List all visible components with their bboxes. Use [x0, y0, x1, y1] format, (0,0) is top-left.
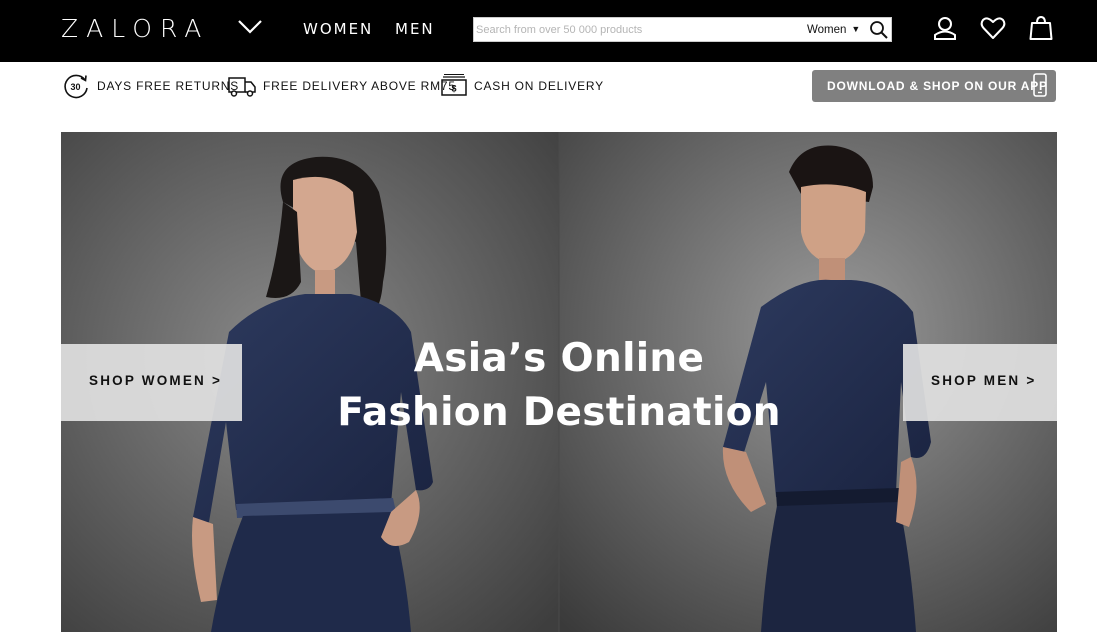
shop-men-label: SHOP MEN > — [931, 373, 1037, 388]
zalora-logo[interactable]: ZALORA — [61, 13, 262, 45]
shop-women-label: SHOP WOMEN > — [89, 373, 223, 388]
search-category-value: Women — [807, 24, 847, 36]
heart-icon[interactable] — [980, 15, 1006, 41]
download-app-label: DOWNLOAD & SHOP ON OUR APP — [827, 79, 1048, 93]
usp-cod-text: CASH ON DELIVERY — [474, 79, 604, 93]
search-icon[interactable] — [869, 20, 889, 40]
download-app-button[interactable]: DOWNLOAD & SHOP ON OUR APP — [812, 70, 1056, 102]
chevron-down-icon[interactable] — [237, 18, 263, 36]
caret-down-icon: ▼ — [851, 24, 861, 34]
cod-symbol: $ — [451, 84, 456, 94]
nav-men[interactable]: MEN — [395, 19, 435, 39]
search-bar: Women ▼ — [473, 17, 892, 42]
truck-icon — [228, 77, 256, 97]
usp-free-returns: 30 DAYS FREE RETURNS — [61, 72, 239, 100]
account-icon[interactable] — [932, 15, 958, 41]
search-input[interactable] — [476, 19, 798, 40]
shop-men-button[interactable]: SHOP MEN > — [903, 344, 1057, 421]
usp-delivery-text: FREE DELIVERY ABOVE RM75 — [263, 79, 456, 93]
usp-cash-on-delivery: $ CASH ON DELIVERY — [440, 72, 604, 100]
shop-women-button[interactable]: SHOP WOMEN > — [61, 344, 242, 421]
returns-icon: 30 — [64, 74, 88, 99]
logo-text[interactable]: ZALORA — [61, 13, 209, 45]
hero-banner: Asia’s Online Fashion Destination SHOP W… — [61, 132, 1057, 632]
nav-women[interactable]: WOMEN — [303, 19, 373, 39]
top-navigation-bar: ZALORA WOMEN MEN Women ▼ — [0, 0, 1097, 62]
shopping-bag-icon[interactable] — [1028, 15, 1054, 41]
usp-returns-text: DAYS FREE RETURNS — [97, 79, 240, 93]
cash-icon: $ — [441, 73, 467, 96]
search-category-select[interactable]: Women ▼ — [807, 22, 860, 38]
phone-icon — [1033, 73, 1047, 97]
usp-free-delivery: FREE DELIVERY ABOVE RM75 — [227, 72, 456, 100]
returns-badge: 30 — [70, 82, 80, 92]
